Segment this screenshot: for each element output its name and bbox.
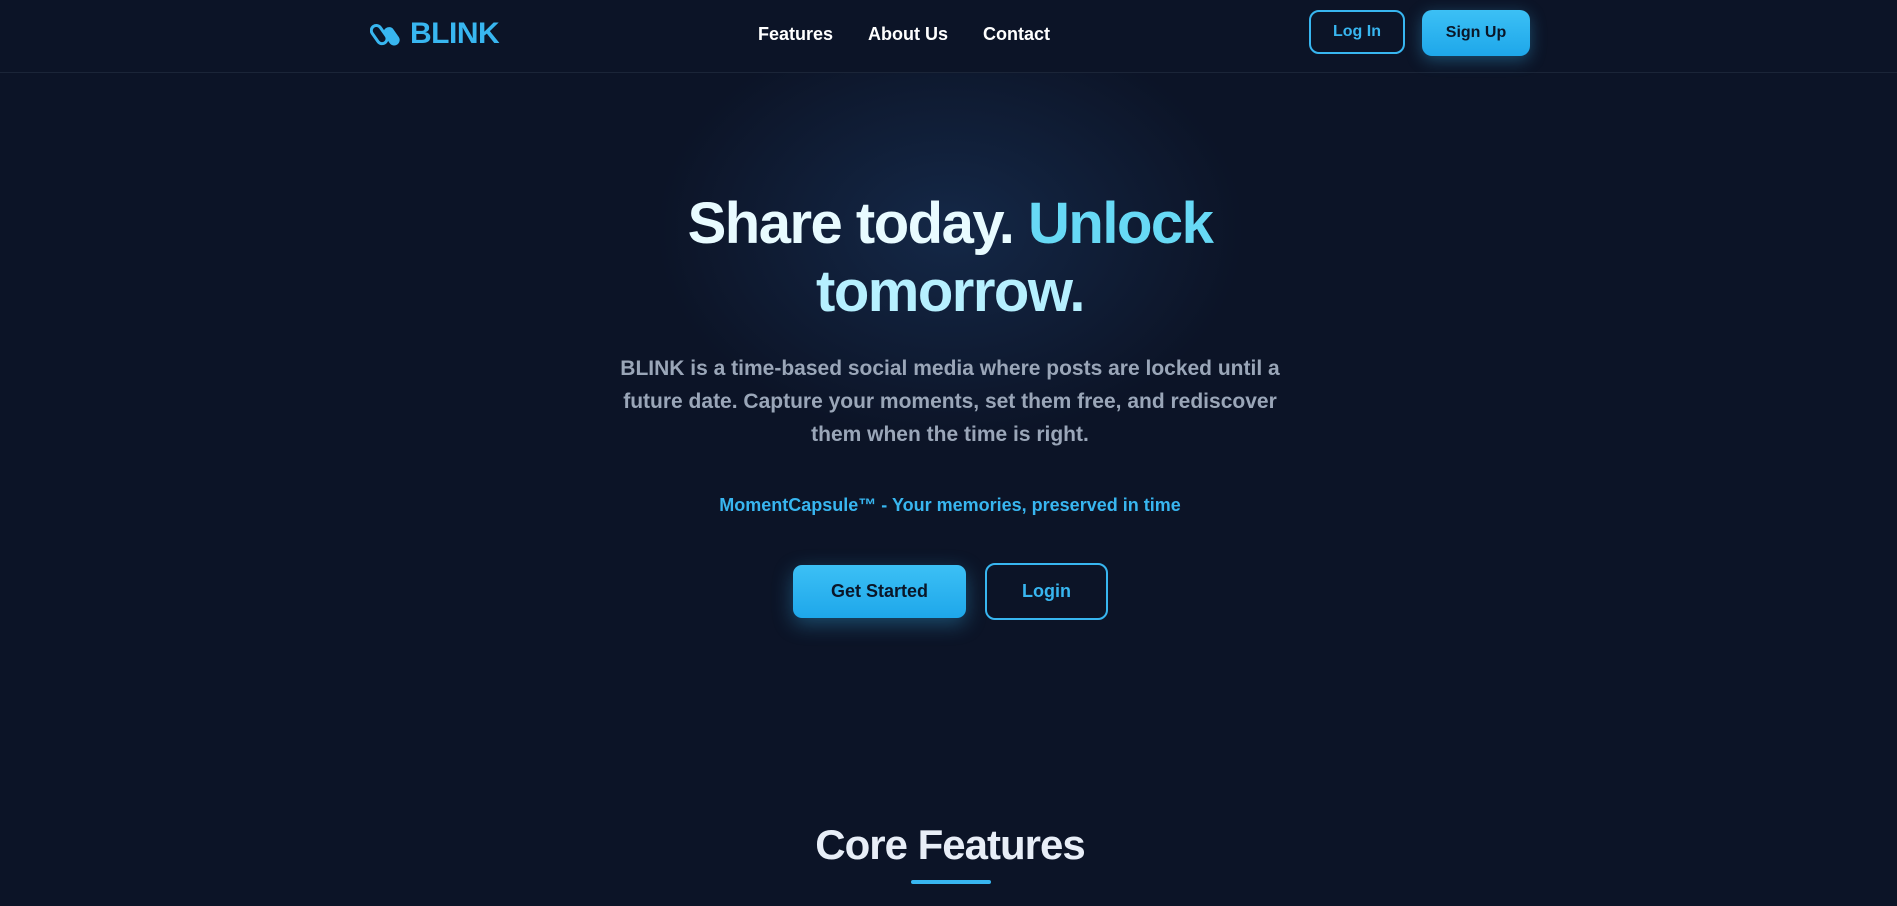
hero-title-part1: Share today. xyxy=(687,191,1015,256)
features-section-title: Core Features xyxy=(815,821,1085,868)
top-navbar: BLINK Features About Us Contact Log In S… xyxy=(0,0,1897,73)
login-button[interactable]: Log In xyxy=(1309,10,1405,54)
hero-tagline: MomentCapsule™ - Your memories, preserve… xyxy=(719,495,1181,515)
nav-link-about-us[interactable]: About Us xyxy=(868,22,948,46)
nav-link-contact[interactable]: Contact xyxy=(983,22,1050,46)
brand-name: BLINK xyxy=(410,17,500,50)
nav-link-features[interactable]: Features xyxy=(758,22,833,46)
get-started-button[interactable]: Get Started xyxy=(793,565,966,618)
section-title-underline xyxy=(911,880,991,884)
brand-logo[interactable]: BLINK xyxy=(370,14,500,54)
signup-button[interactable]: Sign Up xyxy=(1422,10,1530,56)
hero-description: BLINK is a time-based social media where… xyxy=(620,357,1280,446)
hero-title: Share today. Unlock tomorrow. xyxy=(600,190,1300,326)
main-nav: Features About Us Contact xyxy=(758,22,1050,46)
capsule-icon xyxy=(370,23,400,46)
hero-title-part3: tomorrow. xyxy=(816,259,1085,324)
hero-login-button[interactable]: Login xyxy=(985,563,1108,620)
hero-title-part2: Unlock xyxy=(1028,191,1214,256)
page: BLINK Features About Us Contact Log In S… xyxy=(0,0,1897,906)
